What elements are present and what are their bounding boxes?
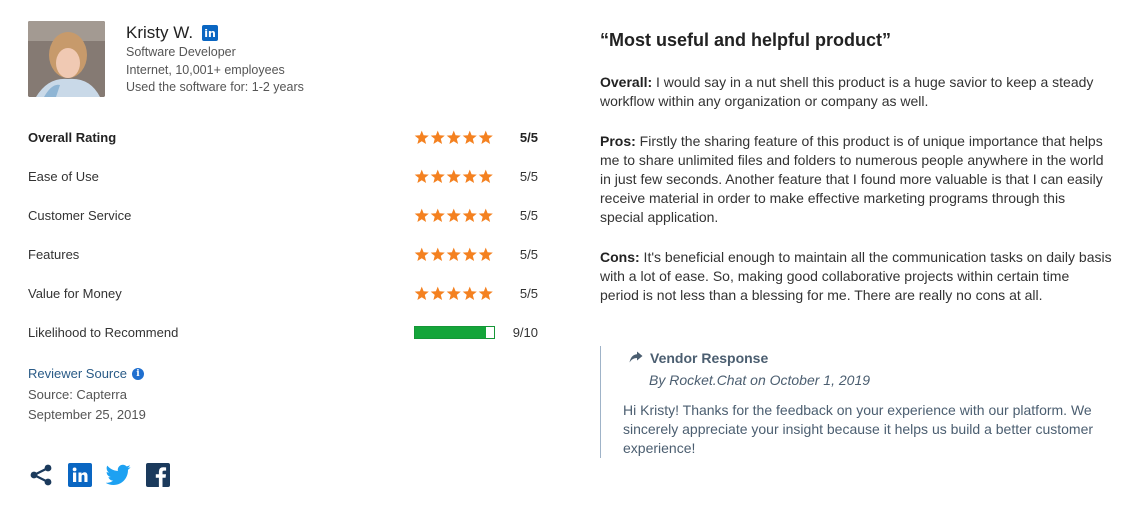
star-icon: [446, 169, 461, 183]
reviewer-company: Internet, 10,001+ employees: [126, 62, 285, 77]
star-icon: [430, 130, 445, 144]
star-rating: [414, 208, 494, 223]
star-icon: [414, 208, 429, 222]
review-overall: Overall: I would say in a nut shell this…: [600, 73, 1112, 111]
star-icon: [478, 208, 493, 222]
rating-value: 5/5: [519, 247, 538, 262]
rating-value: 5/5: [519, 208, 538, 223]
rating-row-overall: Overall Rating 5/5: [28, 118, 538, 157]
review-pros: Pros: Firstly the sharing feature of thi…: [600, 132, 1112, 227]
reviewer-source: Reviewer Source i Source: Capterra Septe…: [28, 364, 146, 426]
reviewer-info: Kristy W. in Software Developer Internet…: [126, 22, 304, 97]
star-rating: [414, 247, 494, 262]
rating-label: Customer Service: [28, 208, 132, 223]
reviewer-avatar: [28, 21, 105, 97]
review-date: September 25, 2019: [28, 407, 146, 422]
rating-row-ease-of-use: Ease of Use 5/5: [28, 157, 538, 196]
star-icon: [446, 208, 461, 222]
star-icon: [446, 247, 461, 261]
star-icon: [462, 208, 477, 222]
star-icon: [462, 169, 477, 183]
share-bar: [28, 462, 170, 487]
info-icon[interactable]: i: [132, 368, 144, 381]
review-cons: Cons: It's beneficial enough to maintain…: [600, 248, 1112, 305]
rating-row-likelihood: Likelihood to Recommend 9/10: [28, 313, 538, 352]
rating-label: Value for Money: [28, 286, 122, 301]
overall-label: Overall:: [600, 74, 653, 90]
cons-label: Cons:: [600, 249, 640, 265]
star-icon: [430, 247, 445, 261]
star-icon: [414, 286, 429, 300]
reply-arrow-icon: [629, 350, 643, 366]
linkedin-icon[interactable]: [67, 462, 92, 487]
rating-value: 5/5: [519, 169, 538, 184]
rating-row-features: Features 5/5: [28, 235, 538, 274]
star-icon: [430, 169, 445, 183]
star-icon: [446, 286, 461, 300]
facebook-icon[interactable]: [145, 462, 170, 487]
star-icon: [478, 130, 493, 144]
review-body: “Most useful and helpful product” Overal…: [600, 30, 1112, 326]
star-icon: [462, 286, 477, 300]
star-icon: [462, 247, 477, 261]
star-icon: [414, 130, 429, 144]
star-icon: [430, 286, 445, 300]
share-icon[interactable]: [28, 462, 53, 487]
likelihood-bar-fill: [415, 327, 487, 338]
twitter-icon[interactable]: [106, 462, 131, 487]
star-icon: [462, 130, 477, 144]
vendor-response-text: Hi Kristy! Thanks for the feedback on yo…: [623, 402, 1094, 456]
star-icon: [478, 247, 493, 261]
rating-label: Features: [28, 247, 80, 262]
ratings-table: Overall Rating 5/5 Ease of Use 5/5 Custo…: [28, 118, 538, 352]
cons-text: It's beneficial enough to maintain all t…: [600, 249, 1112, 303]
vendor-response: Vendor Response By Rocket.Chat on Octobe…: [600, 346, 1112, 458]
star-icon: [446, 130, 461, 144]
star-rating: [414, 130, 494, 145]
review-title: “Most useful and helpful product”: [600, 30, 891, 50]
rating-row-customer-service: Customer Service 5/5: [28, 196, 538, 235]
vendor-response-byline: By Rocket.Chat on October 1, 2019: [649, 372, 871, 388]
star-rating: [414, 169, 494, 184]
star-icon: [430, 208, 445, 222]
pros-label: Pros:: [600, 133, 636, 149]
rating-row-value-for-money: Value for Money 5/5: [28, 274, 538, 313]
reviewer-title: Software Developer: [126, 45, 236, 59]
star-icon: [478, 169, 493, 183]
linkedin-badge-icon[interactable]: in: [202, 25, 219, 41]
likelihood-bar: [414, 326, 495, 339]
rating-value: 9/10: [512, 325, 538, 340]
vendor-response-heading: Vendor Response: [650, 350, 769, 366]
reviewer-usage: Used the software for: 1-2 years: [126, 80, 304, 94]
star-rating: [414, 286, 494, 301]
pros-text: Firstly the sharing feature of this prod…: [600, 133, 1104, 225]
reviewer-name: Kristy W.: [126, 23, 194, 42]
star-icon: [414, 169, 429, 183]
rating-label: Ease of Use: [28, 169, 99, 184]
source-name: Source: Capterra: [28, 386, 127, 402]
rating-label: Overall Rating: [28, 130, 117, 145]
star-icon: [414, 247, 429, 261]
overall-text: I would say in a nut shell this product …: [600, 74, 1094, 109]
rating-value: 5/5: [519, 130, 538, 145]
reviewer-source-heading: Reviewer Source: [28, 366, 127, 381]
star-icon: [478, 286, 493, 300]
rating-value: 5/5: [519, 286, 538, 301]
rating-label: Likelihood to Recommend: [28, 325, 179, 340]
